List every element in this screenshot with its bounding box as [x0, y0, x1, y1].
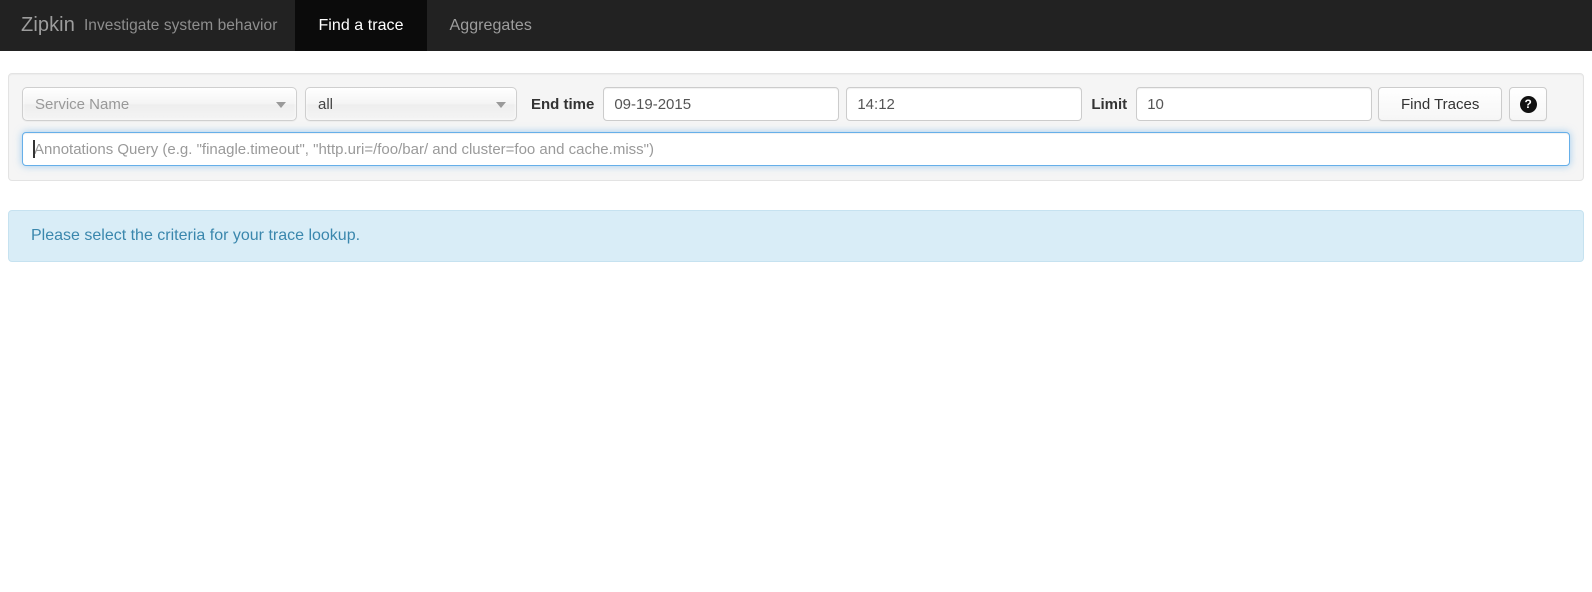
- tab-find-a-trace-label: Find a trace: [318, 16, 404, 34]
- annotations-query-wrapper: [22, 132, 1570, 166]
- span-name-select-value: all: [318, 95, 334, 113]
- limit-label: Limit: [1091, 95, 1128, 113]
- end-date-input[interactable]: [603, 87, 840, 121]
- limit-input[interactable]: [1136, 87, 1373, 121]
- nav-tabs: Find a trace Aggregates: [295, 0, 554, 51]
- help-button[interactable]: ?: [1509, 87, 1548, 121]
- info-alert: Please select the criteria for your trac…: [8, 210, 1584, 262]
- brand-label: Zipkin: [21, 14, 75, 36]
- search-form-row-annotations: [22, 132, 1570, 166]
- search-form-panel: Service Name all End time Limit Find Tra…: [8, 73, 1584, 181]
- tab-aggregates-label: Aggregates: [449, 16, 532, 34]
- end-time-label: End time: [531, 95, 595, 113]
- brand-zipkin[interactable]: Zipkin: [0, 0, 75, 51]
- find-traces-button[interactable]: Find Traces: [1378, 87, 1503, 121]
- search-panel-wrapper: Service Name all End time Limit Find Tra…: [0, 51, 1592, 181]
- question-circle-icon: ?: [1519, 95, 1537, 113]
- navbar-inner: Zipkin Investigate system behavior Find …: [0, 0, 555, 51]
- navbar: Zipkin Investigate system behavior Find …: [0, 0, 1592, 51]
- brand-tagline: Investigate system behavior: [83, 16, 278, 34]
- chevron-down-icon: [496, 102, 506, 108]
- search-form-row-primary: Service Name all End time Limit Find Tra…: [22, 87, 1570, 121]
- tab-aggregates[interactable]: Aggregates: [427, 0, 555, 51]
- alert-wrapper: Please select the criteria for your trac…: [0, 181, 1592, 262]
- chevron-down-icon: [276, 102, 286, 108]
- annotations-query-input[interactable]: [22, 132, 1570, 166]
- service-name-select-value: Service Name: [35, 95, 130, 113]
- service-name-select[interactable]: Service Name: [22, 87, 297, 121]
- tab-find-a-trace[interactable]: Find a trace: [295, 0, 427, 51]
- end-time-input[interactable]: [846, 87, 1083, 121]
- span-name-select[interactable]: all: [305, 87, 517, 121]
- text-cursor: [33, 140, 35, 158]
